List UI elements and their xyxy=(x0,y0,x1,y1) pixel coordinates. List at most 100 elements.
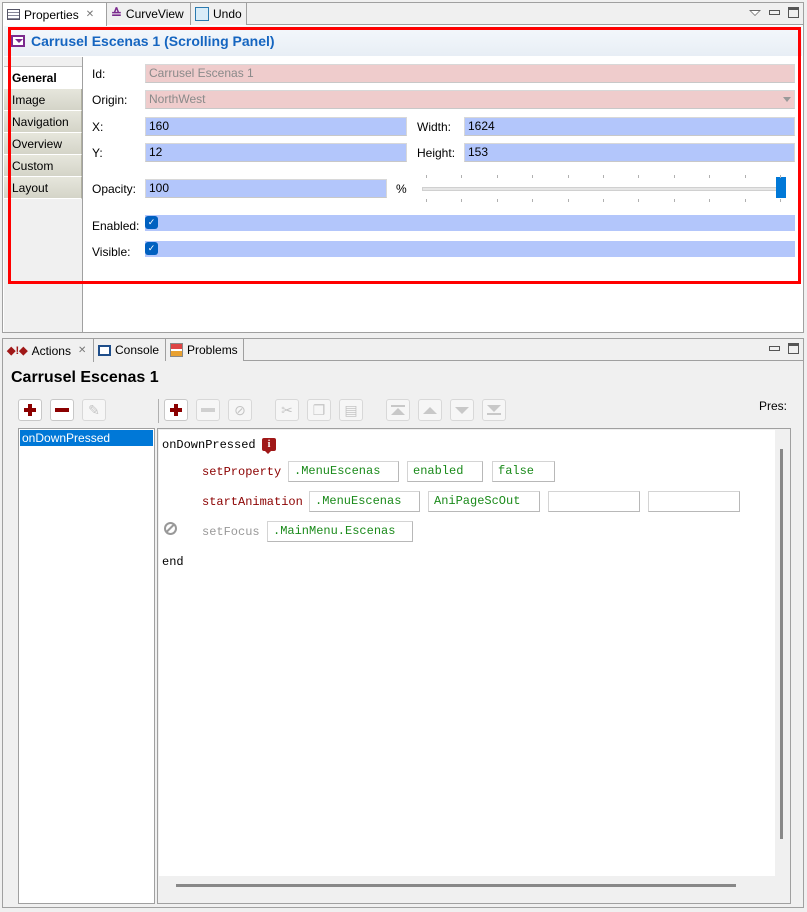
bar-icon xyxy=(487,413,501,415)
action-editor: onDownPressed i setProperty .MenuEscenas… xyxy=(157,428,791,904)
enabled-label: Enabled: xyxy=(92,219,140,233)
actions-view: ◆!◆ Actions ✕ Console Problems Carrusel … xyxy=(2,338,804,908)
close-icon[interactable]: ✕ xyxy=(78,345,86,356)
disable-action-button[interactable]: ⊘ xyxy=(228,399,252,421)
opacity-field[interactable]: 100 xyxy=(145,179,387,198)
vertical-scrollbar[interactable] xyxy=(780,449,783,839)
minus-icon xyxy=(201,408,215,412)
tab-undo[interactable]: Undo xyxy=(191,3,247,25)
action-arg[interactable]: AniPageScOut xyxy=(428,491,540,512)
tab-problems[interactable]: Problems xyxy=(166,339,244,361)
actions-tabbar: ◆!◆ Actions ✕ Console Problems xyxy=(3,339,803,362)
arrow-down-icon xyxy=(455,406,469,414)
disabled-icon xyxy=(164,522,177,535)
minimize-icon[interactable] xyxy=(769,10,780,15)
move-bottom-button[interactable] xyxy=(482,399,506,421)
property-category-tabs: General Image Navigation Overview Custom… xyxy=(4,57,83,332)
action-function[interactable]: setProperty xyxy=(202,465,281,479)
tab-properties[interactable]: Properties ✕ xyxy=(3,3,107,26)
page-title: Carrusel Escenas 1 (Scrolling Panel) xyxy=(31,33,275,49)
side-tab-layout[interactable]: Layout xyxy=(4,177,82,199)
remove-event-button[interactable] xyxy=(50,399,74,421)
horizontal-scrollbar[interactable] xyxy=(176,884,736,887)
visible-row: ✓ xyxy=(145,241,795,257)
move-top-button[interactable] xyxy=(386,399,410,421)
info-icon[interactable]: i xyxy=(262,438,276,454)
enabled-checkbox[interactable]: ✓ xyxy=(145,216,158,229)
close-icon[interactable]: ✕ xyxy=(86,9,94,20)
slider-tick xyxy=(744,199,746,202)
actions-title: Carrusel Escenas 1 xyxy=(11,369,159,386)
height-field[interactable]: 153 xyxy=(464,143,795,162)
maximize-icon[interactable] xyxy=(788,343,799,354)
paste-button[interactable]: ▤ xyxy=(339,399,363,421)
minus-icon xyxy=(55,408,69,412)
action-function[interactable]: startAnimation xyxy=(202,495,303,509)
action-arg[interactable]: .MenuEscenas xyxy=(288,461,399,482)
width-field[interactable]: 1624 xyxy=(464,117,795,136)
x-field[interactable]: 160 xyxy=(145,117,407,136)
slider-tick xyxy=(709,175,711,178)
id-field[interactable]: Carrusel Escenas 1 xyxy=(145,64,795,83)
opacity-label: Opacity: xyxy=(92,182,137,196)
side-tab-image[interactable]: Image xyxy=(4,89,82,111)
move-up-button[interactable] xyxy=(418,399,442,421)
tab-label: Actions xyxy=(31,343,71,358)
slider-track[interactable] xyxy=(422,187,786,191)
list-item[interactable]: onDownPressed xyxy=(20,430,153,446)
slider-tick xyxy=(496,199,498,202)
slider-tick xyxy=(567,199,569,202)
add-action-button[interactable] xyxy=(164,399,188,421)
event-name: onDownPressed xyxy=(162,438,256,452)
console-icon xyxy=(98,344,111,356)
chevron-down-icon[interactable] xyxy=(783,97,791,102)
side-tab-navigation[interactable]: Navigation xyxy=(4,111,82,133)
origin-select[interactable]: NorthWest xyxy=(145,90,795,109)
tab-console[interactable]: Console xyxy=(94,339,166,361)
action-arg[interactable] xyxy=(648,491,740,512)
action-arg[interactable]: false xyxy=(492,461,555,482)
side-tab-overview[interactable]: Overview xyxy=(4,133,82,155)
action-arg[interactable]: .MainMenu.Escenas xyxy=(267,521,413,542)
slider-tick xyxy=(638,175,640,178)
disable-icon: ⊘ xyxy=(234,402,246,418)
action-arg[interactable]: .MenuEscenas xyxy=(309,491,420,512)
tab-actions[interactable]: ◆!◆ Actions ✕ xyxy=(3,339,94,362)
action-arg[interactable]: enabled xyxy=(407,461,483,482)
slider-tick xyxy=(673,175,675,178)
slider-tick xyxy=(603,175,604,178)
collapse-icon[interactable] xyxy=(11,35,25,47)
side-tab-general[interactable]: General xyxy=(4,67,82,89)
slider-tick xyxy=(461,175,463,178)
y-field[interactable]: 12 xyxy=(145,143,407,162)
problems-icon xyxy=(170,343,183,357)
move-down-button[interactable] xyxy=(450,399,474,421)
edit-event-button[interactable]: ✎ xyxy=(82,399,106,421)
side-tabs-spacer xyxy=(4,57,82,67)
minimize-icon[interactable] xyxy=(769,346,780,351)
height-label: Height: xyxy=(417,146,456,160)
visible-checkbox[interactable]: ✓ xyxy=(145,242,158,255)
properties-header: Carrusel Escenas 1 (Scrolling Panel) xyxy=(4,26,802,56)
cut-button[interactable]: ✂ xyxy=(275,399,299,421)
copy-button[interactable]: ❐ xyxy=(307,399,331,421)
pres-label: Pres: xyxy=(758,399,787,413)
slider-tick xyxy=(496,175,498,178)
tab-label: CurveView xyxy=(125,7,184,21)
add-event-button[interactable] xyxy=(18,399,42,421)
action-function[interactable]: setFocus xyxy=(202,525,260,539)
view-menu-icon[interactable] xyxy=(749,9,761,16)
remove-action-button[interactable] xyxy=(196,399,220,421)
pencil-icon: ✎ xyxy=(88,402,100,418)
curve-icon: ≙ xyxy=(111,6,122,21)
plus-icon xyxy=(170,404,182,416)
side-tab-custom[interactable]: Custom xyxy=(4,155,82,177)
tab-label: Console xyxy=(115,343,160,357)
move-bottom-icon xyxy=(487,405,501,412)
slider-thumb[interactable] xyxy=(776,177,786,198)
action-arg[interactable] xyxy=(548,491,640,512)
maximize-icon[interactable] xyxy=(788,7,799,18)
tab-curveview[interactable]: ≙ CurveView xyxy=(107,3,191,25)
slider-tick xyxy=(567,175,569,178)
slider-tick xyxy=(638,199,640,202)
